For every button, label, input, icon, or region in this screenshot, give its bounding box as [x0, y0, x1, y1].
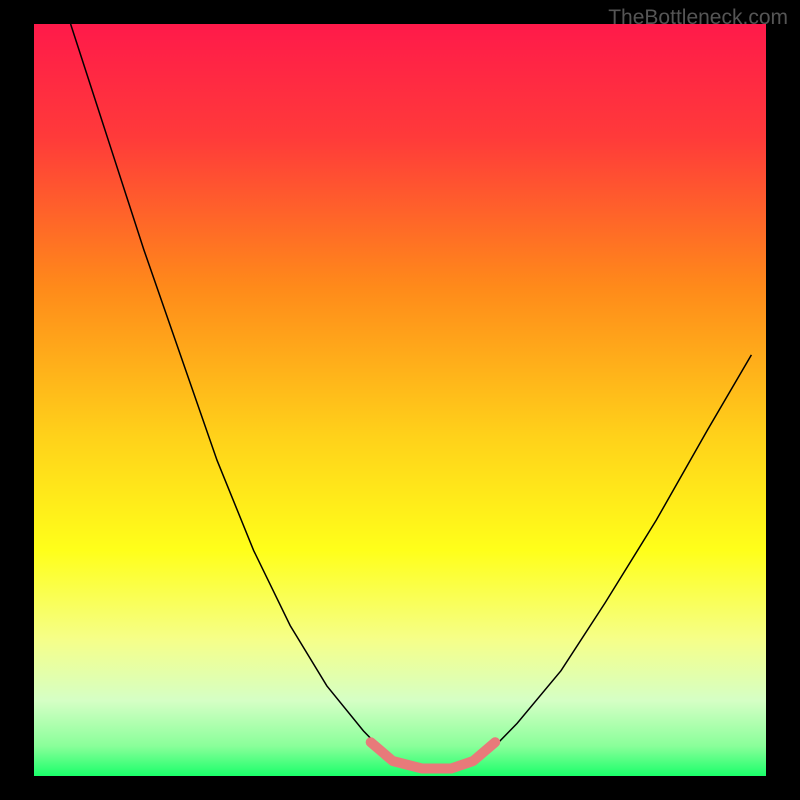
chart-background [34, 24, 766, 776]
bottleneck-chart [0, 0, 800, 800]
watermark-text: TheBottleneck.com [608, 6, 788, 30]
